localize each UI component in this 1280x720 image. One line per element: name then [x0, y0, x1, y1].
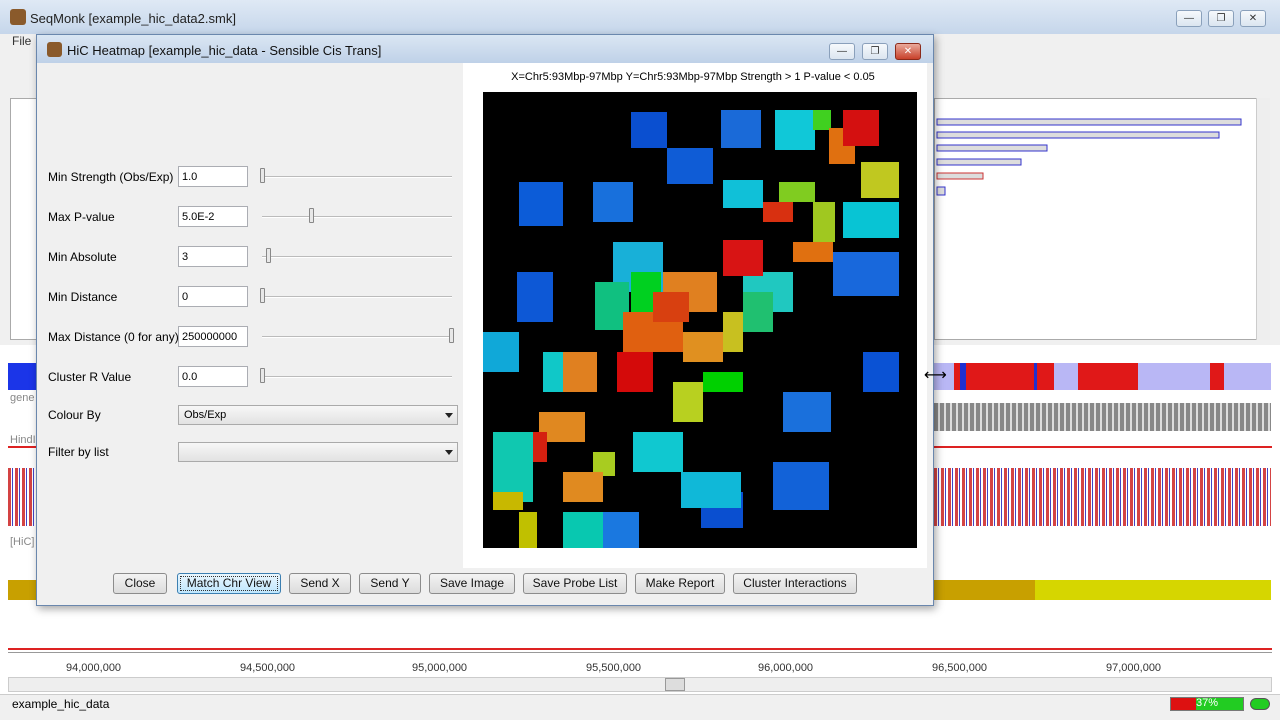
- max-pvalue-label: Max P-value: [48, 210, 115, 224]
- cluster-r-slider-thumb[interactable]: [260, 368, 265, 383]
- menu-file[interactable]: File: [12, 34, 31, 48]
- axis-label: 95,000,000: [412, 662, 468, 674]
- status-dataset-name: example_hic_data: [12, 697, 110, 711]
- filter-by-label: Filter by list: [48, 445, 109, 459]
- main-close-button[interactable]: ✕: [1240, 10, 1266, 27]
- max-pvalue-slider-thumb[interactable]: [309, 208, 314, 223]
- min-absolute-input[interactable]: [178, 246, 248, 267]
- axis-label: 94,000,000: [66, 662, 122, 674]
- save-image-button[interactable]: Save Image: [429, 573, 515, 594]
- axis-label: 97,000,000: [1106, 662, 1162, 674]
- cluster-r-label: Cluster R Value: [48, 370, 132, 384]
- min-strength-label: Min Strength (Obs/Exp): [48, 170, 174, 184]
- main-minimize-button[interactable]: —: [1176, 10, 1202, 27]
- filter-by-chevron-down-icon[interactable]: [445, 450, 453, 455]
- cluster-interactions-button[interactable]: Cluster Interactions: [733, 573, 857, 594]
- max-distance-input[interactable]: [178, 326, 248, 347]
- seqmonk-app-icon: [10, 9, 26, 25]
- main-window-title: SeqMonk [example_hic_data2.smk]: [30, 11, 236, 26]
- max-pvalue-input[interactable]: [178, 206, 248, 227]
- min-strength-slider[interactable]: [262, 176, 452, 178]
- max-distance-slider-thumb[interactable]: [449, 328, 454, 343]
- memory-usage-text: 37%: [1196, 697, 1219, 709]
- horizontal-scrollbar[interactable]: [8, 677, 1272, 692]
- max-pvalue-slider[interactable]: [262, 216, 452, 218]
- dialog-title: HiC Heatmap [example_hic_data - Sensible…: [67, 43, 382, 58]
- send-y-button[interactable]: Send Y: [359, 573, 421, 594]
- min-distance-slider-thumb[interactable]: [260, 288, 265, 303]
- dialog-maximize-button[interactable]: ❐: [862, 43, 888, 60]
- heatmap-image: [483, 110, 899, 548]
- max-distance-slider[interactable]: [262, 336, 452, 338]
- dialog-close-button[interactable]: ✕: [895, 43, 921, 60]
- main-maximize-button[interactable]: ❐: [1208, 10, 1234, 27]
- axis-label: 94,500,000: [240, 662, 296, 674]
- gene-track: [934, 403, 1271, 431]
- min-distance-input[interactable]: [178, 286, 248, 307]
- quantitation-track-left: [8, 580, 38, 600]
- axis-label: 95,500,000: [586, 662, 642, 674]
- axis-label: 96,000,000: [758, 662, 814, 674]
- dialog-app-icon: [47, 42, 62, 57]
- colour-by-select[interactable]: Obs/Exp: [178, 405, 458, 425]
- resize-cursor-icon: ⟷: [924, 367, 947, 384]
- track-separator-bottom: [8, 648, 1272, 650]
- min-distance-label: Min Distance: [48, 290, 118, 304]
- min-absolute-slider-thumb[interactable]: [266, 248, 271, 263]
- quantitation-track: [934, 580, 1271, 600]
- chromosome-band-left: [8, 363, 38, 390]
- horizontal-scrollbar-thumb[interactable]: [665, 678, 685, 691]
- chromosome-band-marks: [954, 363, 1224, 390]
- status-bar: [0, 694, 1280, 720]
- track-label-hindiii: HindI: [10, 434, 36, 446]
- cluster-r-input[interactable]: [178, 366, 248, 387]
- min-strength-input[interactable]: [178, 166, 248, 187]
- track-label-hic: [HiC]: [10, 536, 35, 548]
- min-absolute-label: Min Absolute: [48, 250, 117, 264]
- min-strength-slider-thumb[interactable]: [260, 168, 265, 183]
- dialog-minimize-button[interactable]: —: [829, 43, 855, 60]
- hic-track: [934, 468, 1271, 526]
- save-probe-list-button[interactable]: Save Probe List: [523, 573, 627, 594]
- close-button[interactable]: Close: [113, 573, 167, 594]
- overview-vertical-scrollbar[interactable]: [1256, 98, 1270, 340]
- max-distance-label: Max Distance (0 for any): [48, 330, 179, 344]
- make-report-button[interactable]: Make Report: [635, 573, 725, 594]
- cluster-r-slider[interactable]: [262, 376, 452, 378]
- heatmap-title: X=Chr5:93Mbp-97Mbp Y=Chr5:93Mbp-97Mbp St…: [511, 71, 875, 83]
- colour-by-chevron-down-icon[interactable]: [445, 413, 453, 418]
- colour-by-value: Obs/Exp: [184, 409, 227, 421]
- track-label-gene: gene: [10, 392, 35, 404]
- hic-track-left: [8, 468, 38, 526]
- filter-by-select[interactable]: [178, 442, 458, 462]
- chromosome-overview-panel[interactable]: [934, 98, 1270, 340]
- chromosome-band: [934, 363, 1271, 390]
- min-absolute-slider[interactable]: [262, 256, 452, 258]
- axis-label: 96,500,000: [932, 662, 988, 674]
- send-x-button[interactable]: Send X: [289, 573, 351, 594]
- heatmap-canvas[interactable]: [483, 92, 917, 548]
- overview-tracks: [936, 118, 1242, 196]
- min-distance-slider[interactable]: [262, 296, 452, 298]
- match-chr-view-button[interactable]: Match Chr View: [177, 573, 281, 594]
- colour-by-label: Colour By: [48, 408, 101, 422]
- garbage-collect-icon[interactable]: [1250, 698, 1270, 710]
